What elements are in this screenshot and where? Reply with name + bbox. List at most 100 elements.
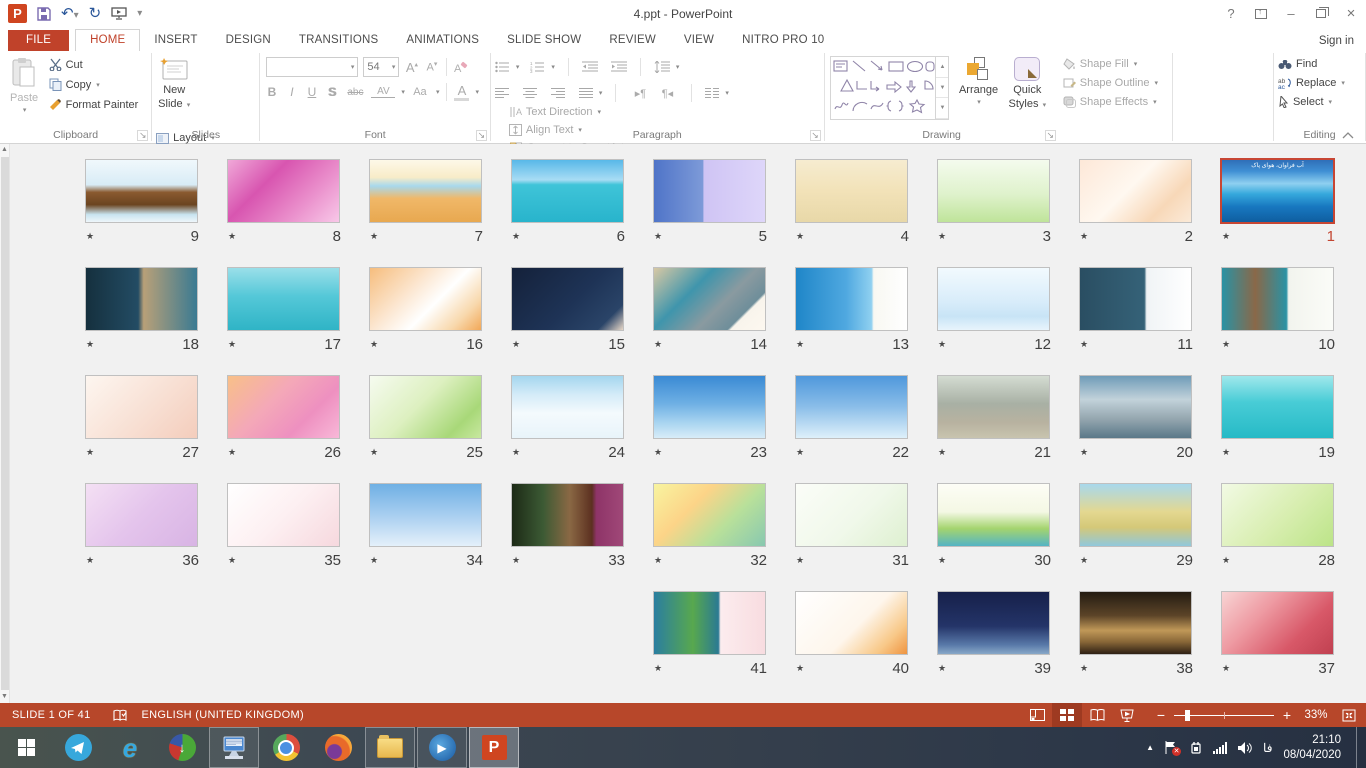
- transition-star-icon[interactable]: ★: [512, 555, 520, 566]
- zoom-out-button[interactable]: −: [1152, 707, 1170, 723]
- transition-star-icon[interactable]: ★: [86, 339, 94, 350]
- save-icon[interactable]: [37, 7, 51, 21]
- reading-view-button[interactable]: [1082, 703, 1112, 727]
- align-right-icon[interactable]: [551, 88, 565, 99]
- slide-thumbnail-32[interactable]: [653, 483, 766, 547]
- transition-star-icon[interactable]: ★: [512, 447, 520, 458]
- help-button[interactable]: ?: [1216, 1, 1246, 27]
- slide-thumbnail-9[interactable]: [85, 159, 198, 223]
- align-left-icon[interactable]: [495, 88, 509, 99]
- slide-thumbnail-29[interactable]: [1079, 483, 1192, 547]
- line-spacing-icon[interactable]: [654, 61, 670, 73]
- redo-icon[interactable]: ↻: [89, 6, 102, 21]
- transition-star-icon[interactable]: ★: [1222, 663, 1230, 674]
- transition-star-icon[interactable]: ★: [370, 447, 378, 458]
- normal-view-button[interactable]: [1022, 703, 1052, 727]
- transition-star-icon[interactable]: ★: [938, 447, 946, 458]
- action-center-flag-icon[interactable]: ✕: [1165, 741, 1177, 754]
- tab-animations[interactable]: ANIMATIONS: [392, 30, 493, 51]
- transition-star-icon[interactable]: ★: [1222, 339, 1230, 350]
- transition-star-icon[interactable]: ★: [228, 231, 236, 242]
- customize-qat-icon[interactable]: ▾: [137, 8, 142, 19]
- left-to-right-icon[interactable]: ▸¶: [629, 87, 651, 100]
- slide-thumbnail-14[interactable]: [653, 267, 766, 331]
- zoom-percentage[interactable]: 33%: [1296, 709, 1336, 721]
- taskbar-remote-desktop[interactable]: [209, 727, 259, 768]
- transition-star-icon[interactable]: ★: [86, 447, 94, 458]
- transition-star-icon[interactable]: ★: [796, 663, 804, 674]
- fit-slide-to-window-button[interactable]: [1336, 703, 1362, 727]
- numbering-dropdown-icon[interactable]: ▾: [551, 63, 555, 71]
- replace-button[interactable]: abac Replace▾: [1278, 77, 1345, 89]
- transition-star-icon[interactable]: ★: [938, 555, 946, 566]
- transition-star-icon[interactable]: ★: [938, 663, 946, 674]
- shape-outline-button[interactable]: Shape Outline▾: [1063, 77, 1158, 89]
- justify-icon[interactable]: [579, 88, 593, 99]
- transition-star-icon[interactable]: ★: [796, 339, 804, 350]
- change-case-dropdown-icon[interactable]: ▾: [436, 88, 440, 96]
- slide-thumbnail-26[interactable]: [227, 375, 340, 439]
- slide-thumbnail-38[interactable]: [1079, 591, 1192, 655]
- undo-dropdown-icon[interactable]: ▾: [74, 10, 79, 21]
- transition-star-icon[interactable]: ★: [654, 339, 662, 350]
- slide-thumbnail-34[interactable]: [369, 483, 482, 547]
- transition-star-icon[interactable]: ★: [654, 447, 662, 458]
- transition-star-icon[interactable]: ★: [796, 447, 804, 458]
- slide-thumbnail-1[interactable]: آب فراوان، هوای پاک: [1220, 158, 1335, 224]
- shapes-scroll-up-icon[interactable]: ▲: [936, 57, 948, 78]
- font-color-button[interactable]: A: [454, 83, 469, 101]
- replace-dropdown-icon[interactable]: ▾: [1341, 79, 1345, 87]
- line-spacing-dropdown-icon[interactable]: ▾: [676, 63, 680, 71]
- slide-thumbnail-17[interactable]: [227, 267, 340, 331]
- cut-button[interactable]: Cut: [49, 58, 139, 71]
- right-to-left-icon[interactable]: ¶◂: [656, 87, 678, 100]
- volume-icon[interactable]: [1238, 742, 1252, 754]
- transition-star-icon[interactable]: ★: [796, 555, 804, 566]
- transition-star-icon[interactable]: ★: [228, 555, 236, 566]
- justify-dropdown-icon[interactable]: ▾: [599, 89, 603, 97]
- slide-thumbnail-41[interactable]: [653, 591, 766, 655]
- slide-thumbnail-6[interactable]: [511, 159, 624, 223]
- transition-star-icon[interactable]: ★: [1222, 231, 1230, 242]
- transition-star-icon[interactable]: ★: [1080, 663, 1088, 674]
- taskbar-powerpoint-active[interactable]: P: [469, 727, 519, 768]
- slide-thumbnail-4[interactable]: [795, 159, 908, 223]
- slide-thumbnail-22[interactable]: [795, 375, 908, 439]
- start-from-beginning-icon[interactable]: [111, 7, 127, 20]
- drawing-dialog-launcher[interactable]: ↘: [1045, 130, 1056, 141]
- tab-nitro-pro[interactable]: NITRO PRO 10: [728, 30, 838, 51]
- slide-thumbnail-33[interactable]: [511, 483, 624, 547]
- text-direction-button[interactable]: A Text Direction▾: [509, 106, 633, 118]
- slide-thumbnail-28[interactable]: [1221, 483, 1334, 547]
- slide-thumbnail-11[interactable]: [1079, 267, 1192, 331]
- minimize-button[interactable]: –: [1276, 1, 1306, 27]
- transition-star-icon[interactable]: ★: [1222, 555, 1230, 566]
- slide-indicator[interactable]: SLIDE 1 OF 41: [0, 709, 91, 721]
- copy-button[interactable]: Copy▾: [49, 78, 139, 91]
- align-center-icon[interactable]: [523, 88, 537, 99]
- transition-star-icon[interactable]: ★: [654, 231, 662, 242]
- slide-sorter-view-button[interactable]: [1052, 703, 1082, 727]
- character-spacing-dropdown-icon[interactable]: ▾: [401, 88, 405, 96]
- underline-button[interactable]: U: [304, 85, 319, 99]
- italic-button[interactable]: I: [284, 85, 299, 99]
- language-indicator[interactable]: ENGLISH (UNITED KINGDOM): [142, 709, 304, 721]
- taskbar-firefox[interactable]: [312, 727, 364, 768]
- slide-thumbnail-13[interactable]: [795, 267, 908, 331]
- increase-indent-icon[interactable]: [611, 61, 627, 73]
- tray-clock[interactable]: 21:10 08/04/2020: [1283, 733, 1345, 763]
- slide-thumbnail-5[interactable]: [653, 159, 766, 223]
- start-button[interactable]: [0, 727, 52, 768]
- tab-view[interactable]: VIEW: [670, 30, 728, 51]
- font-color-dropdown-icon[interactable]: ▾: [475, 88, 479, 96]
- increase-font-size-icon[interactable]: A▴: [404, 60, 419, 75]
- transition-star-icon[interactable]: ★: [228, 339, 236, 350]
- undo-icon[interactable]: ↶▾: [61, 6, 79, 21]
- input-language-indicator[interactable]: فا: [1263, 741, 1272, 755]
- paste-dropdown-icon[interactable]: ▾: [23, 106, 27, 114]
- decrease-font-size-icon[interactable]: A▾: [424, 60, 439, 74]
- slide-thumbnail-37[interactable]: [1221, 591, 1334, 655]
- transition-star-icon[interactable]: ★: [938, 339, 946, 350]
- transition-star-icon[interactable]: ★: [1080, 231, 1088, 242]
- copy-dropdown-icon[interactable]: ▾: [96, 81, 100, 89]
